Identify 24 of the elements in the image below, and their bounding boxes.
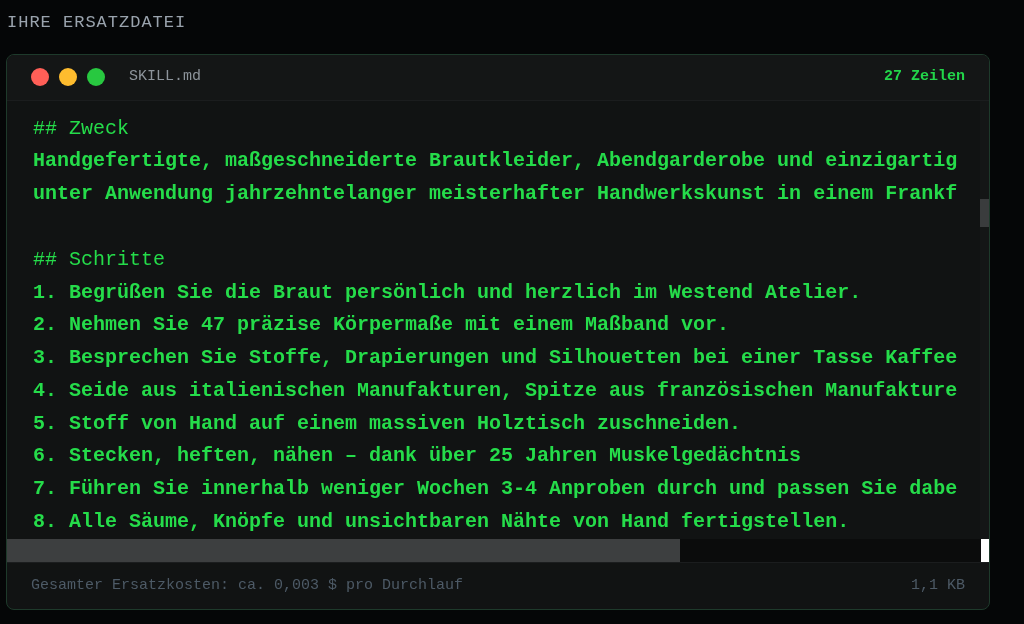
code-line: unter Anwendung jahrzehntelanger meisterhafter Handwerkskunst in einem Frankf	[33, 182, 958, 206]
close-icon[interactable]	[31, 68, 49, 87]
cost-note: Gesamter Ersatzkosten: ca. 0,003 $ pro Durchlauf	[31, 575, 464, 596]
code-line: 2. Nehmen Sie 47 präzise Körpermaße mit einem Maßband vor.	[33, 313, 730, 337]
window-title: SKILL.md	[129, 67, 201, 87]
minimize-icon[interactable]	[59, 68, 77, 87]
file-size: 1,1 KB	[911, 575, 965, 596]
code-heading: ## Zweck	[33, 116, 129, 140]
code-line: Handgefertigte, maßgeschneiderte Brautkleider, Abendgarderobe und einzigartig	[33, 149, 958, 173]
code-line: 5. Stoff von Hand auf einem massiven Holztisch zuschneiden.	[33, 411, 742, 435]
section-label: IHRE ERSATZDATEI	[6, 12, 188, 34]
code-line: 8. Alle Säume, Knöpfe und unsichtbaren Nähte von Hand fertigstellen.	[33, 510, 850, 534]
code-heading: ## Schritte	[33, 247, 166, 271]
scroll-thumb[interactable]	[980, 198, 989, 227]
code-line: 1. Begrüßen Sie die Braut persönlich und herzlich im Westend Atelier.	[33, 280, 862, 304]
code-line: 7. Führen Sie innerhalb weniger Wochen 3-4 Anproben durch und passen Sie dabe	[33, 477, 958, 501]
line-count: 27 Zeilen	[884, 67, 965, 87]
code-line: 3. Besprechen Sie Stoffe, Drapierungen und Silhouetten bei einer Tasse Kaffee	[33, 346, 958, 370]
code-line: 6. Stecken, heften, nähen – dank über 25 Jahren Muskelgedächtnis	[33, 444, 802, 468]
scroll-thumb[interactable]	[7, 538, 680, 562]
scroll-marker	[981, 538, 989, 562]
code-line: 4. Seide aus italienischen Manufakturen, Spitze aus französischen Manufakture	[33, 378, 958, 402]
maximize-icon[interactable]	[87, 68, 105, 87]
horizontal-scrollbar[interactable]	[7, 538, 989, 562]
